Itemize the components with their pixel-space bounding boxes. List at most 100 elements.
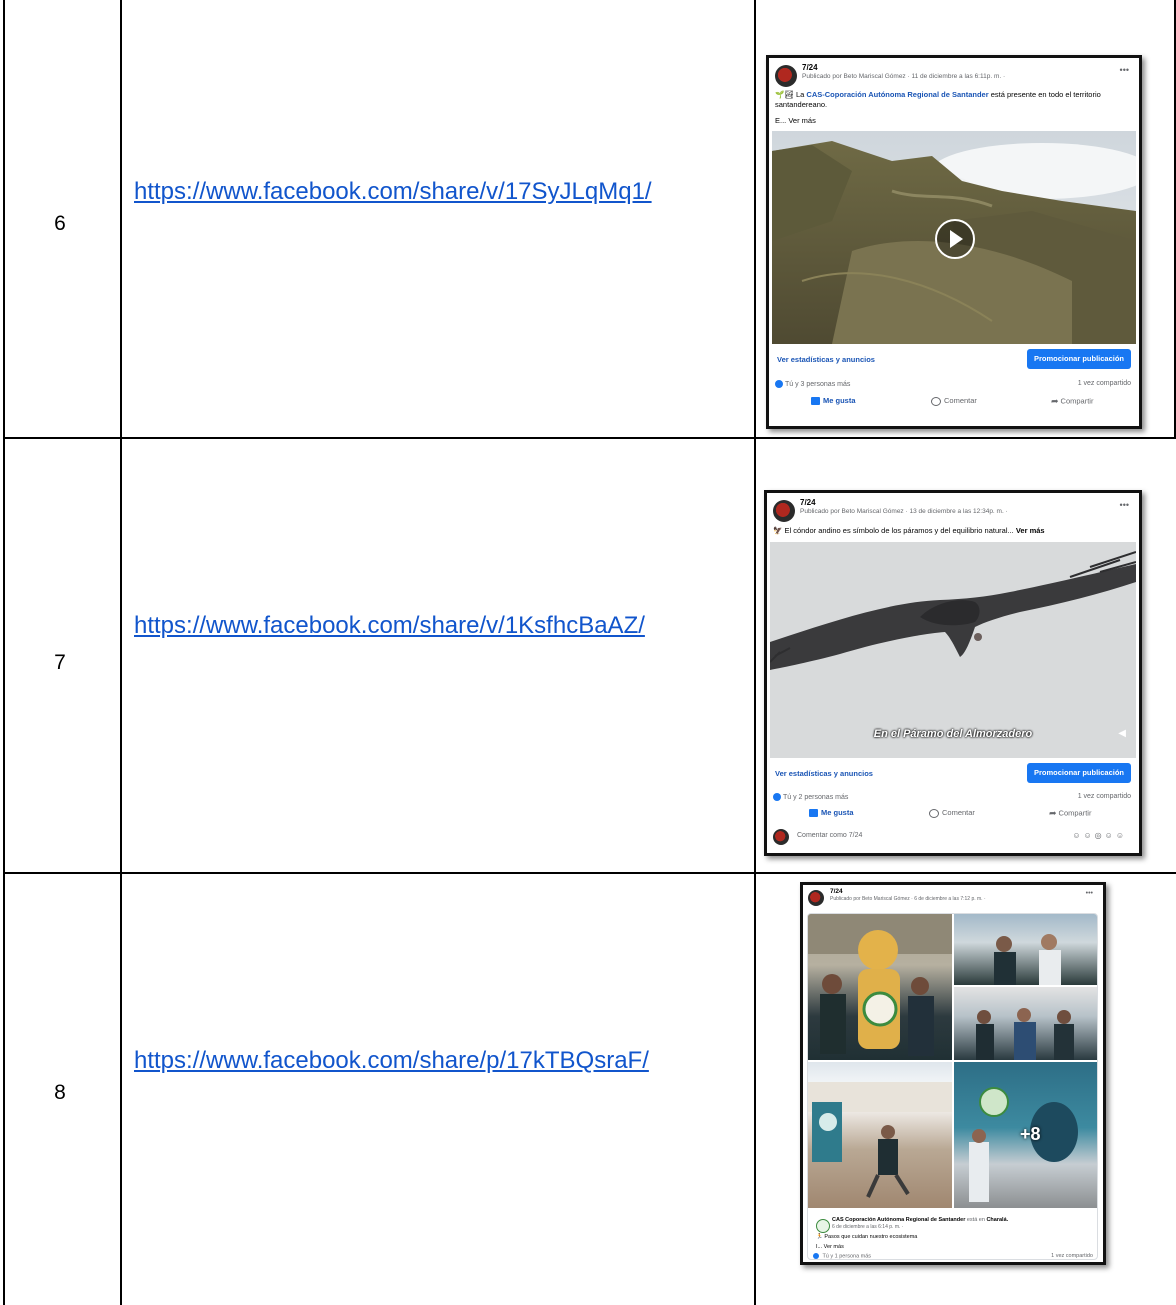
facebook-post-screenshot: 7/24 Publicado por Beto Mariscal Gómez ·… (800, 882, 1106, 1265)
page-avatar (773, 500, 795, 522)
shares-count: 1 vez compartido (1051, 1253, 1093, 1259)
facebook-link[interactable]: https://www.facebook.com/share/p/17kTBQs… (134, 1045, 744, 1076)
share-action: ➦ Compartir (1049, 808, 1091, 819)
post-header: 7/24 Publicado por Beto Mariscal Gómez ·… (773, 498, 1133, 528)
share-action: ➦ Compartir (1051, 396, 1093, 407)
reactions-row: Tú y 2 personas más 1 vez compartido (773, 793, 1133, 805)
reactions-summary: Tú y 2 personas más (783, 793, 849, 801)
facebook-link[interactable]: https://www.facebook.com/share/v/17SyJLq… (134, 176, 744, 207)
play-button-icon (935, 219, 975, 259)
shared-page-avatar (816, 1219, 830, 1233)
more-photos-count: +8 (1020, 1124, 1041, 1144)
video-caption: En el Páramo del Almorzadero (873, 728, 1033, 740)
stats-link: Ver estadísticas y anuncios (777, 355, 875, 364)
table-row-divider-2 (3, 872, 1176, 874)
reactions-row: Tú y 1 persona más (813, 1253, 871, 1260)
photo-runners-2 (954, 987, 1097, 1060)
share-icon: ➦ (1051, 396, 1059, 406)
actions-row: Me gusta Comentar ➦ Compartir (773, 808, 1133, 822)
shoe-icon: 🏃 (816, 1234, 823, 1240)
shared-meta: 6 de diciembre a las 6:14 p. m. · (832, 1224, 904, 1230)
mentioned-page: CAS-Coporación Autónoma Regional de Sant… (806, 90, 989, 99)
page-name: 7/24 (802, 63, 818, 72)
comment-icon (929, 808, 939, 818)
bird-icon: 🦅 (773, 526, 783, 535)
reactions-summary: Tú y 1 persona más (822, 1253, 872, 1260)
reactions-summary: Tú y 3 personas más (785, 380, 851, 388)
comment-placeholder: Comentar como 7/24 (797, 832, 863, 839)
thumbs-up-icon (811, 397, 820, 406)
shared-see-more: I... Ver más (816, 1244, 844, 1250)
post-header: 7/24 Publicado por Beto Mariscal Gómez ·… (775, 63, 1133, 93)
photo-mascot-group (808, 914, 952, 1060)
post-text-prefix: La (795, 90, 805, 99)
like-label: Me gusta (821, 808, 854, 817)
post-meta: Publicado por Beto Mariscal Gómez · 6 de… (830, 896, 986, 902)
comment-action: Comentar (931, 396, 977, 406)
leaf-icon: 🌱🏞 (775, 90, 794, 99)
thumbs-up-icon (809, 809, 818, 818)
shared-text: 🏃 Pasos que cuidan nuestro ecosistema (816, 1234, 917, 1241)
video-thumbnail (772, 131, 1136, 344)
actions-row: Me gusta Comentar ➦ Compartir (775, 396, 1133, 410)
post-text-body: El cóndor andino es símbolo de los páram… (784, 526, 1014, 535)
shared-location: Charalá. (986, 1217, 1009, 1223)
group-image (976, 1008, 1074, 1060)
shared-text-body: Pasos que cuidan nuestro ecosistema (824, 1234, 918, 1240)
shares-count: 1 vez compartido (1077, 380, 1131, 387)
plaza-image (808, 1082, 952, 1198)
photo-banner: +8 (954, 1062, 1097, 1208)
post-meta: Publicado por Beto Mariscal Gómez · 11 d… (802, 73, 1006, 80)
photo-runners-1 (954, 914, 1097, 985)
table-border-col1 (120, 0, 122, 1305)
volume-icon: ◀ (1118, 728, 1126, 739)
comment-bar: Comentar como 7/24 ☺☺◎☺☺ (773, 828, 1133, 846)
table-border-col2 (754, 0, 756, 1305)
comment-label: Comentar (944, 396, 977, 405)
like-action: Me gusta (811, 396, 856, 406)
runners-image (994, 934, 1061, 985)
shared-page-name: CAS Coporación Autónoma Regional de Sant… (832, 1217, 966, 1223)
shared-post-card: +8 CAS Coporación Autónoma Regional de S… (807, 913, 1098, 1260)
like-reaction-icon (775, 380, 783, 388)
comment-icon (931, 396, 941, 406)
shared-page-line: CAS Coporación Autónoma Regional de Sant… (832, 1217, 1008, 1224)
stats-row: Ver estadísticas y anuncios Promocionar … (775, 349, 1133, 371)
page-name: 7/24 (830, 888, 843, 895)
mascot-image (808, 914, 952, 1056)
photo-plaza (808, 1062, 952, 1208)
row-number: 7 (54, 651, 66, 674)
comment-tools-icon: ☺☺◎☺☺ (1072, 831, 1127, 840)
see-more-label: Ver más (1015, 526, 1045, 535)
post-meta: Publicado por Beto Mariscal Gómez · 13 d… (800, 508, 1008, 515)
stats-row: Ver estadísticas y anuncios Promocionar … (773, 763, 1133, 785)
video-thumbnail: En el Páramo del Almorzadero ◀ (770, 542, 1136, 758)
see-more-label: E... Ver más (775, 116, 816, 125)
post-text: 🌱🏞 La CAS-Coporación Autónoma Regional d… (775, 90, 1125, 110)
more-options-icon: ••• (1119, 500, 1129, 510)
like-reaction-icon (773, 793, 781, 801)
shares-count: 1 vez compartido (1077, 793, 1131, 800)
share-icon: ➦ (1049, 808, 1057, 818)
like-reaction-icon (813, 1253, 819, 1259)
commenter-avatar (773, 829, 789, 845)
see-more: E... Ver más (775, 116, 816, 126)
page-avatar (808, 890, 824, 906)
facebook-post-screenshot: 7/24 Publicado por Beto Mariscal Gómez ·… (764, 490, 1142, 856)
more-options-icon: ••• (1085, 890, 1093, 897)
row-number: 8 (54, 1081, 66, 1104)
share-label: Compartir (1058, 808, 1092, 818)
more-options-icon: ••• (1119, 65, 1129, 75)
condor-image (770, 542, 1136, 758)
row-number: 6 (54, 212, 66, 235)
stats-link: Ver estadísticas y anuncios (775, 769, 873, 778)
page-name: 7/24 (800, 498, 816, 507)
shared-location-prefix: está en (966, 1217, 985, 1223)
table-row-divider-1 (3, 437, 1176, 439)
facebook-link[interactable]: https://www.facebook.com/share/v/1KsfhcB… (134, 610, 744, 641)
comment-label: Comentar (942, 808, 975, 817)
page-avatar (775, 65, 797, 87)
facebook-post-screenshot: 7/24 Publicado por Beto Mariscal Gómez ·… (766, 55, 1142, 429)
promote-button: Promocionar publicación (1026, 763, 1131, 783)
like-label: Me gusta (823, 396, 856, 405)
